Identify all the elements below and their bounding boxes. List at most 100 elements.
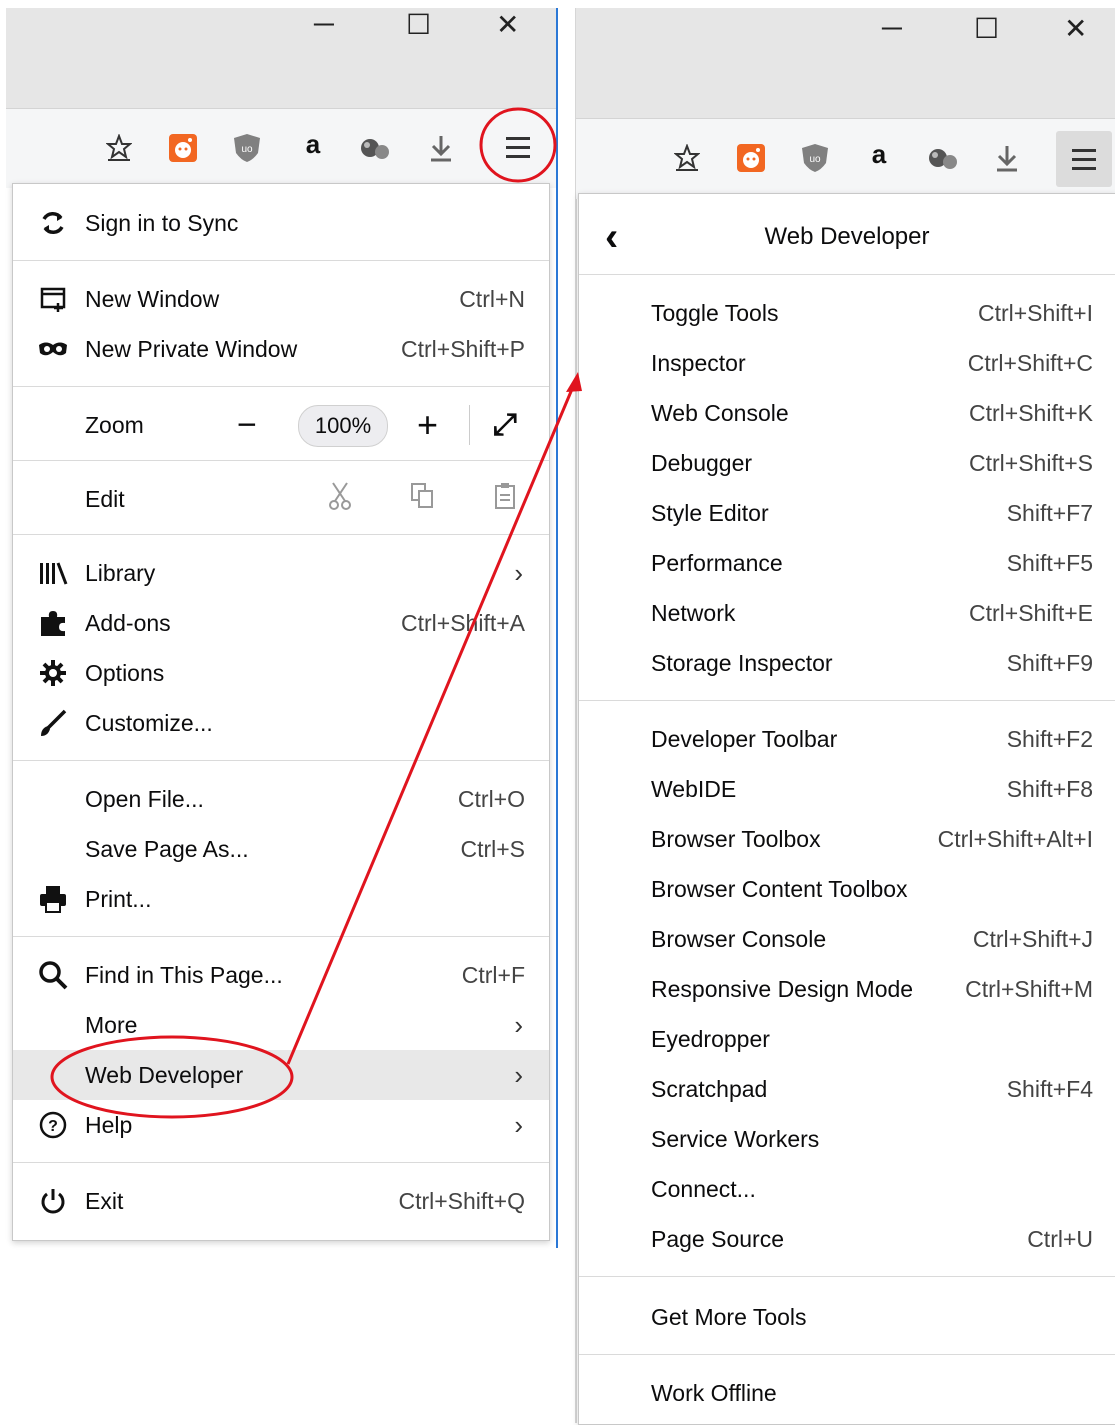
menu-button[interactable]: [1056, 131, 1112, 187]
printer-icon: [35, 881, 71, 917]
bookmark-star-icon[interactable]: [102, 131, 136, 165]
help-item[interactable]: ? Help ›: [13, 1100, 549, 1150]
gear-icon: [35, 655, 71, 691]
dev-menu-item[interactable]: Web Console Ctrl+Shift+K: [579, 388, 1115, 438]
svg-text:uo: uo: [809, 154, 821, 165]
chevron-right-icon: ›: [514, 1009, 523, 1040]
addons-item[interactable]: Add-ons Ctrl+Shift+A: [13, 598, 549, 648]
amazon-icon[interactable]: a: [862, 137, 896, 171]
minimize-button[interactable]: ─: [314, 8, 334, 40]
menu-button[interactable]: [490, 119, 546, 175]
dev-menu-item-label: Debugger: [651, 449, 753, 476]
sign-in-sync-item[interactable]: Sign in to Sync: [13, 198, 549, 248]
paste-icon[interactable]: [493, 481, 519, 517]
maximize-button[interactable]: ☐: [974, 12, 999, 45]
addons-shortcut: Ctrl+Shift+A: [401, 609, 525, 636]
dev-menu-item[interactable]: Inspector Ctrl+Shift+C: [579, 338, 1115, 388]
dev-menu-item-label: Style Editor: [651, 499, 769, 526]
dev-menu-item[interactable]: WebIDE Shift+F8: [579, 764, 1115, 814]
customize-item[interactable]: Customize...: [13, 698, 549, 748]
ublock-icon[interactable]: uo: [798, 141, 832, 175]
dev-menu-item-shortcut: Ctrl+Shift+Alt+I: [937, 825, 1093, 852]
edit-row: Edit: [13, 474, 549, 524]
print-item[interactable]: Print...: [13, 874, 549, 924]
dev-menu-item-shortcut: Ctrl+U: [1027, 1225, 1093, 1252]
search-icon: [35, 957, 71, 993]
zoom-out-button[interactable]: −: [237, 406, 257, 445]
dev-menu-item[interactable]: Network Ctrl+Shift+E: [579, 588, 1115, 638]
new-window-shortcut: Ctrl+N: [459, 285, 525, 312]
close-button[interactable]: ✕: [1064, 12, 1087, 45]
dev-menu-item-shortcut: Ctrl+Shift+K: [969, 399, 1093, 426]
amazon-icon[interactable]: a: [296, 127, 330, 161]
reddit-icon[interactable]: [166, 131, 200, 165]
exit-label: Exit: [85, 1187, 124, 1214]
download-icon[interactable]: [424, 131, 458, 165]
dev-menu-item-label: Scratchpad: [651, 1075, 768, 1102]
exit-item[interactable]: Exit Ctrl+Shift+Q: [13, 1176, 549, 1226]
print-label: Print...: [85, 885, 152, 912]
fullscreen-icon[interactable]: ⤢: [493, 408, 517, 442]
save-page-item[interactable]: Save Page As... Ctrl+S: [13, 824, 549, 874]
dev-menu-item-shortcut: Ctrl+Shift+M: [965, 975, 1093, 1002]
dev-menu-item[interactable]: Responsive Design Mode Ctrl+Shift+M: [579, 964, 1115, 1014]
dev-menu-item[interactable]: Browser Console Ctrl+Shift+J: [579, 914, 1115, 964]
dev-menu-item-shortcut: Shift+F9: [1006, 649, 1093, 676]
minimize-button[interactable]: ─: [882, 12, 902, 44]
more-label: More: [85, 1011, 138, 1038]
dev-menu-item[interactable]: Browser Content Toolbox: [579, 864, 1115, 914]
open-file-shortcut: Ctrl+O: [457, 785, 525, 812]
sync-icon: [35, 205, 71, 241]
reddit-icon[interactable]: [734, 141, 768, 175]
dev-menu-item[interactable]: Developer Toolbar Shift+F2: [579, 714, 1115, 764]
library-item[interactable]: Library ›: [13, 548, 549, 598]
dev-menu-item-label: Eyedropper: [651, 1025, 770, 1052]
dev-menu-item-label: Toggle Tools: [651, 299, 779, 326]
save-page-label: Save Page As...: [85, 835, 249, 862]
dev-menu-item[interactable]: Connect...: [579, 1164, 1115, 1214]
bookmark-star-icon[interactable]: [670, 141, 704, 175]
more-item[interactable]: More ›: [13, 1000, 549, 1050]
dev-menu-item[interactable]: Eyedropper: [579, 1014, 1115, 1064]
cut-icon[interactable]: [327, 481, 353, 517]
ublock-icon[interactable]: uo: [230, 131, 264, 165]
dev-menu-item[interactable]: Service Workers: [579, 1114, 1115, 1164]
get-more-tools-item[interactable]: Get More Tools: [579, 1292, 1115, 1342]
dev-menu-item-shortcut: Shift+F5: [1006, 549, 1093, 576]
options-item[interactable]: Options: [13, 648, 549, 698]
extension-icon[interactable]: [358, 131, 392, 165]
work-offline-item[interactable]: Work Offline: [579, 1368, 1115, 1418]
chevron-right-icon: ›: [514, 557, 523, 588]
open-file-label: Open File...: [85, 785, 204, 812]
dev-menu-item[interactable]: Debugger Ctrl+Shift+S: [579, 438, 1115, 488]
panel-title: Web Developer: [764, 223, 930, 250]
work-offline-label: Work Offline: [651, 1379, 777, 1406]
dev-menu-item[interactable]: Scratchpad Shift+F4: [579, 1064, 1115, 1114]
library-label: Library: [85, 559, 156, 586]
maximize-button[interactable]: ☐: [406, 8, 431, 41]
help-icon: ?: [35, 1107, 71, 1143]
zoom-in-button[interactable]: +: [417, 404, 438, 446]
dev-menu-item[interactable]: Style Editor Shift+F7: [579, 488, 1115, 538]
dev-menu-item[interactable]: Page Source Ctrl+U: [579, 1214, 1115, 1264]
zoom-reset-button[interactable]: 100%: [298, 405, 388, 447]
help-label: Help: [85, 1111, 133, 1138]
private-mask-icon: [35, 331, 71, 367]
web-developer-item[interactable]: Web Developer ›: [13, 1050, 549, 1100]
dev-menu-item[interactable]: Toggle Tools Ctrl+Shift+I: [579, 288, 1115, 338]
dev-menu-item[interactable]: Storage Inspector Shift+F9: [579, 638, 1115, 688]
dev-menu-item-label: Developer Toolbar: [651, 725, 838, 752]
new-window-icon: [35, 281, 71, 317]
close-button[interactable]: ✕: [496, 8, 519, 41]
copy-icon[interactable]: [409, 481, 435, 517]
get-more-tools-label: Get More Tools: [651, 1303, 807, 1330]
open-file-item[interactable]: Open File... Ctrl+O: [13, 774, 549, 824]
dev-menu-item[interactable]: Performance Shift+F5: [579, 538, 1115, 588]
new-private-window-item[interactable]: New Private Window Ctrl+Shift+P: [13, 324, 549, 374]
download-icon[interactable]: [990, 141, 1024, 175]
new-window-item[interactable]: New Window Ctrl+N: [13, 274, 549, 324]
find-in-page-item[interactable]: Find in This Page... Ctrl+F: [13, 950, 549, 1000]
window-edge: [556, 8, 558, 1248]
extension-icon[interactable]: [926, 141, 960, 175]
dev-menu-item[interactable]: Browser Toolbox Ctrl+Shift+Alt+I: [579, 814, 1115, 864]
